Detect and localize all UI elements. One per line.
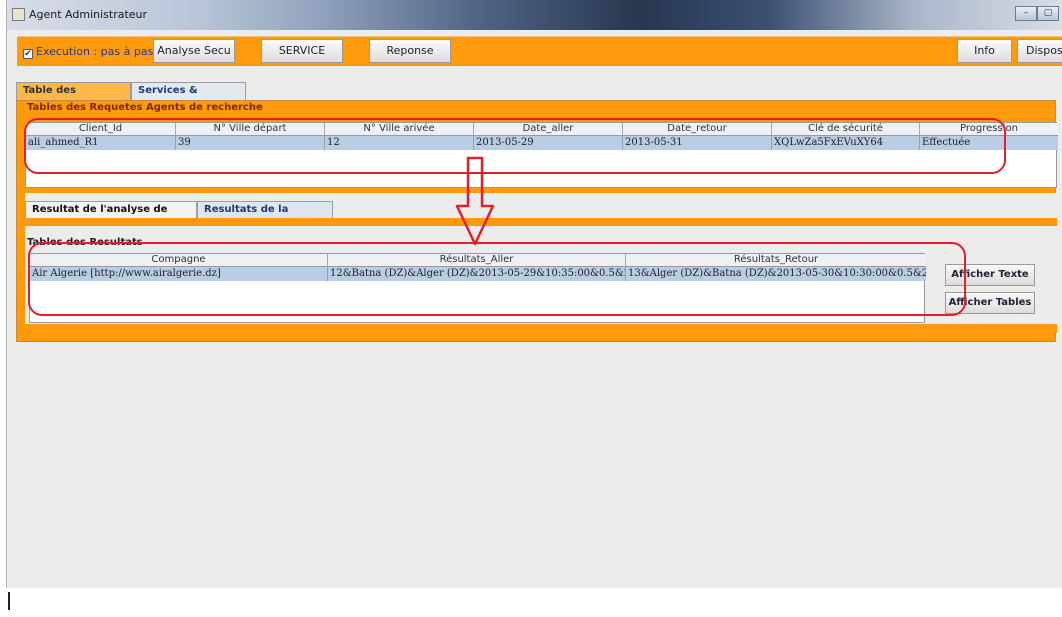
annotation-highlight-results: [28, 242, 966, 316]
annotation-down-arrow-icon: [455, 156, 495, 246]
annotation-highlight-requests: [24, 118, 1006, 174]
tab-services-resultats[interactable]: Services & Résultats: [131, 82, 246, 112]
tab-table-des-marchand[interactable]: Table des marchand: [16, 82, 131, 112]
tab-resultat-analyse-securite[interactable]: Resultat de l'analyse de sécurité: [25, 201, 197, 230]
requests-panel-title: Tables des Requetes Agents de recherche: [27, 102, 263, 113]
checkbox-check-icon[interactable]: ✔: [23, 49, 33, 59]
service-button[interactable]: SERVICE: [261, 39, 343, 63]
java-app-icon: [12, 8, 25, 21]
arrow-shape: [455, 156, 495, 246]
tab-resultats-recherche[interactable]: Resultats de la Recherche: [197, 201, 333, 230]
info-button[interactable]: Info: [957, 39, 1012, 63]
window-title: Agent Administrateur: [29, 8, 148, 21]
execution-checkbox[interactable]: ✔ Execution : pas à pas: [23, 45, 153, 59]
execution-checkbox-label: Execution : pas à pas: [36, 45, 154, 58]
maximize-icon[interactable]: ▢: [1037, 6, 1059, 21]
title-bar[interactable]: Agent Administrateur – ▢: [7, 0, 1062, 30]
reponse-button[interactable]: Reponse: [369, 39, 451, 63]
toolbar: ✔ Execution : pas à pas Analyse Secu SERV…: [17, 36, 1062, 66]
window-controls: – ▢: [1015, 3, 1059, 23]
dispose-button[interactable]: Dispose: [1017, 39, 1062, 63]
minimize-icon[interactable]: –: [1015, 6, 1037, 21]
analyse-secu-button[interactable]: Analyse Secu: [153, 39, 235, 63]
text-cursor-icon: [8, 592, 10, 610]
